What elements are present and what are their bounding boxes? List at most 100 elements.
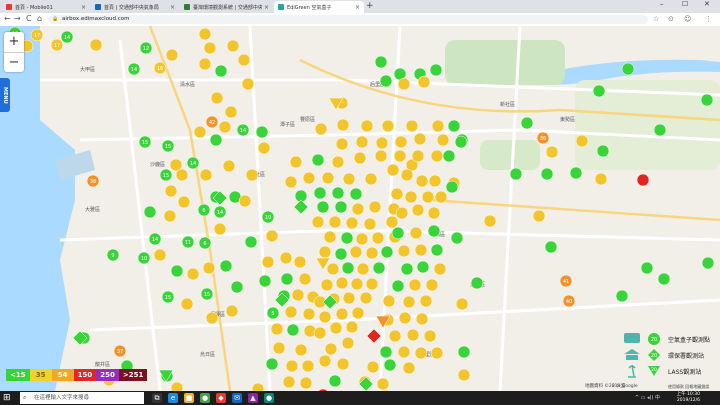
sensor-marker[interactable] <box>153 248 167 262</box>
sensor-marker[interactable] <box>653 123 667 137</box>
close-window-button[interactable]: ✕ <box>704 0 710 8</box>
sensor-marker[interactable] <box>430 346 444 360</box>
url-input[interactable]: 🔒 airbox.edimaxcloud.com <box>48 15 648 24</box>
sensor-marker[interactable] <box>193 125 207 139</box>
browser-tab-1[interactable]: 首頁 | 交通部中央氣象局 × <box>91 1 179 13</box>
sensor-marker[interactable] <box>353 151 367 165</box>
sensor-marker[interactable] <box>394 135 408 149</box>
sensor-marker[interactable] <box>404 190 418 204</box>
sensor-marker[interactable] <box>170 264 184 278</box>
sensor-marker[interactable] <box>302 307 316 321</box>
sensor-marker[interactable] <box>313 326 327 340</box>
back-button[interactable]: ← <box>4 14 11 23</box>
tab-close-icon[interactable]: × <box>355 4 360 11</box>
sensor-marker[interactable] <box>569 166 583 180</box>
sensor-marker[interactable] <box>286 323 300 337</box>
sensor-marker[interactable] <box>657 272 671 286</box>
sensor-marker[interactable] <box>414 243 428 257</box>
sensor-marker[interactable] <box>363 217 377 231</box>
sensor-marker[interactable] <box>165 48 179 62</box>
sensor-marker[interactable] <box>143 205 157 219</box>
sensor-marker[interactable] <box>509 167 523 181</box>
sensor-marker[interactable]: 17 <box>30 28 44 42</box>
sensor-marker[interactable] <box>311 153 325 167</box>
sensor-marker[interactable] <box>331 186 345 200</box>
sensor-marker[interactable] <box>335 307 349 321</box>
sensor-marker[interactable]: 14 <box>127 62 141 76</box>
sensor-marker[interactable] <box>170 381 184 391</box>
sensor-marker[interactable] <box>331 155 345 169</box>
sensor-marker[interactable] <box>255 125 269 139</box>
sensor-marker[interactable] <box>226 39 240 53</box>
sensor-marker[interactable] <box>326 262 340 276</box>
browser-tab-3[interactable]: EdiGreen 空氣盒子 × <box>274 1 364 13</box>
sensor-marker[interactable] <box>365 277 379 291</box>
sensor-marker[interactable] <box>225 304 239 318</box>
sensor-marker[interactable]: 15 <box>138 135 152 149</box>
sensor-marker[interactable]: 9 <box>106 248 120 262</box>
sensor-marker[interactable] <box>381 119 395 133</box>
sensor-marker[interactable]: 5 <box>266 306 280 320</box>
sensor-marker[interactable] <box>376 377 390 391</box>
sensor-marker[interactable] <box>205 311 219 325</box>
sensor-marker[interactable] <box>349 187 363 201</box>
sensor-marker[interactable] <box>408 278 422 292</box>
zoom-out-button[interactable]: − <box>4 53 24 73</box>
sensor-marker[interactable] <box>406 328 420 342</box>
sensor-marker[interactable] <box>382 294 396 308</box>
sensor-marker[interactable] <box>224 105 238 119</box>
sensor-marker[interactable] <box>483 214 497 228</box>
sensor-marker[interactable] <box>427 206 441 220</box>
app-icon-1[interactable]: ◆ <box>216 393 226 403</box>
sensor-marker[interactable] <box>163 209 177 223</box>
sensor-marker[interactable] <box>270 322 284 336</box>
sensor-marker[interactable]: 14 <box>60 30 74 44</box>
sensor-marker[interactable] <box>291 288 305 302</box>
sensor-marker[interactable] <box>402 361 416 375</box>
sensor-marker[interactable] <box>374 149 388 163</box>
sensor-marker[interactable]: 17 <box>50 38 64 52</box>
sensor-marker[interactable] <box>388 329 402 343</box>
taskbar-search-input[interactable]: ⌕ 在這裡輸入文字來搜尋 <box>20 392 144 404</box>
sensor-marker[interactable] <box>265 357 279 371</box>
sensor-marker[interactable] <box>417 75 431 89</box>
sensor-marker[interactable] <box>89 38 103 52</box>
sensor-marker[interactable] <box>241 77 255 91</box>
sensor-marker[interactable] <box>413 132 427 146</box>
sensor-marker[interactable] <box>421 190 435 204</box>
sensor-marker[interactable] <box>636 173 650 187</box>
sensor-marker[interactable] <box>447 119 461 133</box>
edge-icon[interactable]: e <box>168 393 178 403</box>
sensor-marker[interactable]: 10 <box>137 251 151 265</box>
zoom-in-button[interactable]: + <box>4 32 24 52</box>
sensor-marker[interactable] <box>434 190 448 204</box>
sensor-marker[interactable]: 36 <box>536 131 550 145</box>
home-button[interactable]: ⌂ <box>37 14 42 23</box>
sensor-marker[interactable]: 14 <box>148 232 162 246</box>
sensor-marker[interactable] <box>366 360 380 374</box>
sensor-marker[interactable] <box>323 230 337 244</box>
epa-station-marker[interactable] <box>293 199 309 215</box>
sensor-marker[interactable]: 41 <box>559 274 573 288</box>
sensor-marker[interactable] <box>355 135 369 149</box>
task-view-icon[interactable]: ⧉ <box>152 393 162 403</box>
sensor-marker[interactable] <box>279 251 293 265</box>
sensor-marker[interactable] <box>436 133 450 147</box>
sensor-marker[interactable] <box>455 297 469 311</box>
sensor-marker[interactable] <box>261 255 275 269</box>
app-icon-3[interactable]: ▲ <box>248 393 258 403</box>
sensor-marker[interactable] <box>423 329 437 343</box>
sensor-marker[interactable] <box>419 294 433 308</box>
sensor-marker[interactable] <box>321 171 335 185</box>
sensor-marker[interactable] <box>450 231 464 245</box>
sensor-marker[interactable] <box>334 200 348 214</box>
chrome-icon[interactable]: ● <box>200 393 210 403</box>
sensor-marker[interactable] <box>289 155 303 169</box>
tab-close-icon[interactable]: × <box>170 4 175 11</box>
sensor-marker[interactable] <box>311 215 325 229</box>
sensor-marker[interactable]: 42 <box>205 115 219 129</box>
sensor-marker[interactable] <box>621 62 635 76</box>
sensor-marker[interactable] <box>177 195 191 209</box>
sensor-marker[interactable] <box>313 186 327 200</box>
sensor-marker[interactable] <box>164 184 178 198</box>
